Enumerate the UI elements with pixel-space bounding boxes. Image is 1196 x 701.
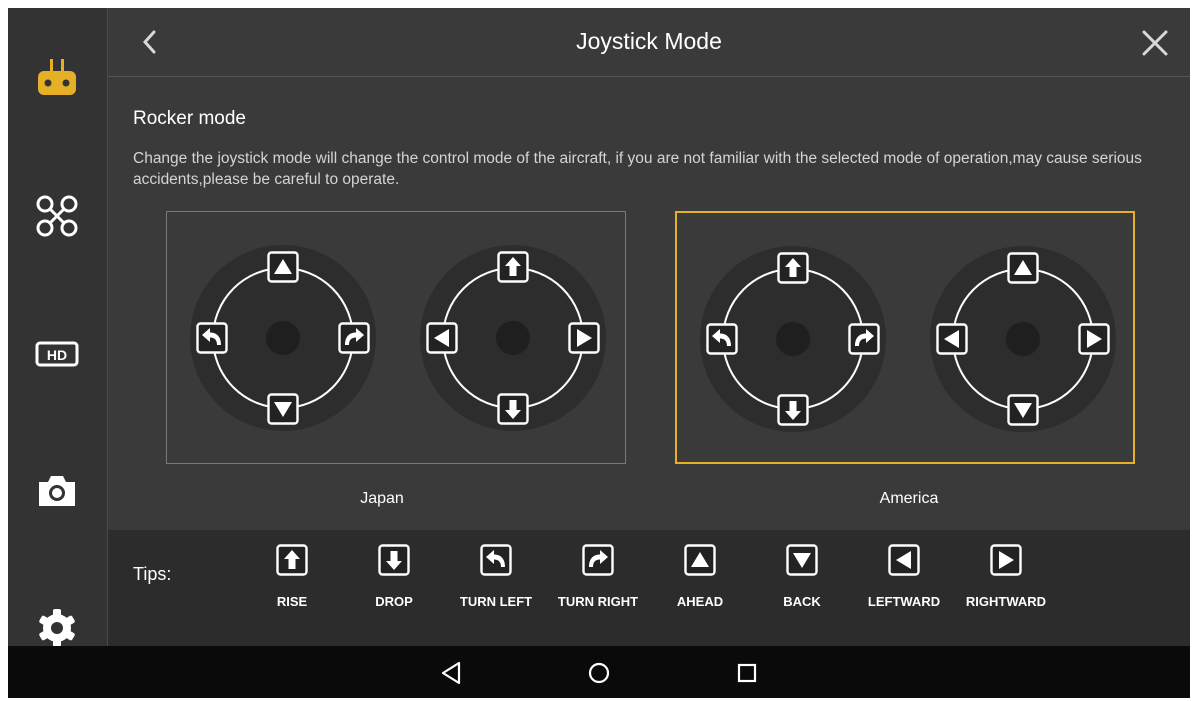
- tip-back: BACK: [752, 544, 852, 609]
- nav-home-icon[interactable]: [585, 659, 613, 687]
- america-right-stick: [930, 246, 1116, 432]
- drop-icon: [378, 544, 410, 576]
- svg-text:HD: HD: [47, 347, 67, 363]
- tip-drop: DROP: [344, 544, 444, 609]
- sidebar-item-remote-controller[interactable]: [30, 52, 84, 102]
- hd-icon: HD: [35, 341, 79, 367]
- tips-label: Tips:: [133, 564, 172, 584]
- tip-ahead: AHEAD: [650, 544, 750, 609]
- page-title: Joystick Mode: [576, 28, 722, 54]
- back-icon: [786, 544, 818, 576]
- america-joystick-diagram: [700, 246, 1116, 432]
- tip-label: DROP: [375, 594, 413, 609]
- rise-icon: [276, 544, 308, 576]
- tip-label: BACK: [783, 594, 821, 609]
- nav-back-icon[interactable]: [437, 659, 465, 687]
- mode-option-japan[interactable]: [166, 211, 626, 464]
- tip-turn-left: TURN LEFT: [446, 544, 546, 609]
- sidebar-item-camera[interactable]: [30, 466, 84, 516]
- mode-label-japan[interactable]: Japan: [282, 490, 482, 508]
- tip-label: AHEAD: [676, 594, 724, 609]
- tip-label: LEFTWARD: [867, 594, 941, 609]
- ahead-icon: [684, 544, 716, 576]
- japan-joystick-diagram: [190, 245, 606, 431]
- gear-icon: [39, 609, 75, 647]
- camera-icon: [39, 476, 75, 506]
- mode-label-america[interactable]: America: [809, 490, 1009, 508]
- mode-option-america[interactable]: [675, 211, 1135, 464]
- warning-text: Change the joystick mode will change the…: [133, 150, 1142, 188]
- drone-icon: [36, 195, 78, 237]
- tip-label: TURN RIGHT: [557, 594, 639, 609]
- sidebar-item-aircraft[interactable]: [30, 191, 84, 241]
- tips-bar: Tips: RISE DROP TURN LEFT TURN RIGHT AHE…: [108, 530, 1190, 646]
- remote-controller-icon: [38, 59, 76, 95]
- leftward-icon: [888, 544, 920, 576]
- rightward-icon: [990, 544, 1022, 576]
- turn-left-icon: [480, 544, 512, 576]
- america-left-stick: [700, 246, 886, 432]
- main-panel: Joystick Mode Rocker mode Change the joy…: [108, 8, 1190, 646]
- sidebar-item-hd-video[interactable]: HD: [30, 329, 84, 379]
- turn-right-icon: [582, 544, 614, 576]
- close-icon[interactable]: [1138, 26, 1172, 60]
- tip-turn-right: TURN RIGHT: [548, 544, 648, 609]
- tip-rise: RISE: [242, 544, 342, 609]
- japan-right-stick: [420, 245, 606, 431]
- android-nav-bar: [8, 646, 1190, 698]
- tip-rightward: RIGHTWARD: [956, 544, 1056, 609]
- section-title: Rocker mode: [133, 108, 246, 129]
- app-frame: HD Joystick Mode Rocker mode Change the …: [8, 8, 1190, 698]
- tip-label: TURN LEFT: [459, 594, 533, 609]
- tip-label: RIGHTWARD: [965, 594, 1047, 609]
- japan-left-stick: [190, 245, 376, 431]
- sidebar: HD: [8, 8, 108, 647]
- nav-recents-icon[interactable]: [733, 659, 761, 687]
- tip-leftward: LEFTWARD: [854, 544, 954, 609]
- tip-label: RISE: [276, 594, 308, 609]
- header: Joystick Mode: [108, 8, 1190, 77]
